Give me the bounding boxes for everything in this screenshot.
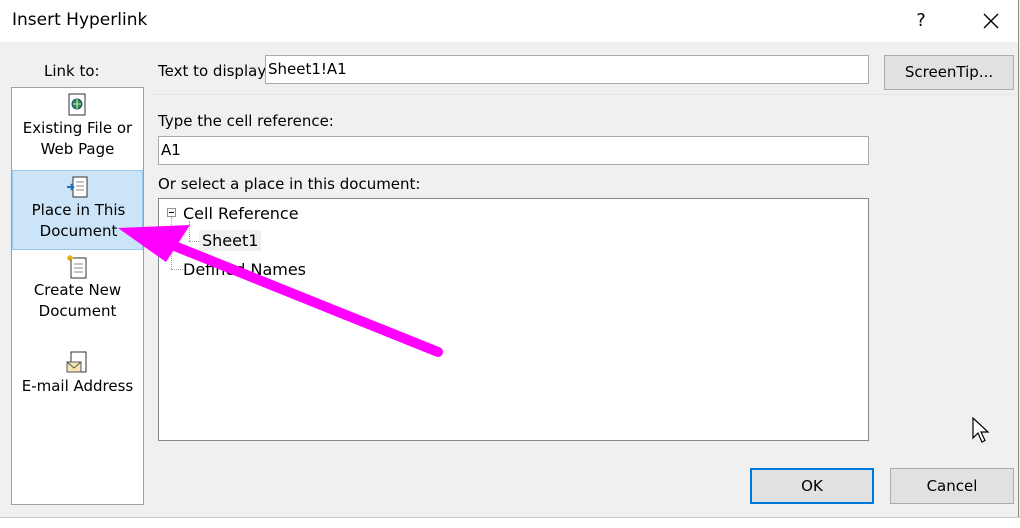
tree-connector	[189, 241, 199, 242]
link-create-new-label-2: Document	[38, 302, 117, 320]
text-to-display-label: Text to display:	[158, 62, 271, 80]
web-page-icon	[68, 93, 86, 116]
link-to-heading: Link to:	[44, 62, 100, 80]
link-email-label: E-mail Address	[21, 377, 134, 395]
link-create-new-document[interactable]: Create New Document	[12, 250, 143, 332]
background-sheet-strip	[0, 517, 1020, 528]
link-place-label-2: Document	[39, 222, 118, 240]
close-button[interactable]	[974, 4, 1008, 38]
tree-node-defined-names[interactable]: Defined Names	[183, 260, 306, 279]
collapse-toggle[interactable]	[167, 208, 176, 217]
text-to-display-input[interactable]: Sheet1!A1	[265, 55, 869, 84]
mouse-cursor-icon	[972, 417, 990, 443]
link-to-panel: Existing File or Web Page Place in This …	[11, 87, 144, 505]
cell-reference-label: Type the cell reference:	[158, 112, 334, 130]
screentip-button[interactable]: ScreenTip...	[884, 55, 1014, 90]
cell-reference-input[interactable]: A1	[158, 136, 869, 165]
tree-node-cell-reference[interactable]: Cell Reference	[183, 204, 299, 223]
link-create-new-label-1: Create New	[33, 281, 122, 299]
link-existing-file-label-1: Existing File or	[22, 119, 133, 137]
link-existing-file-label-2: Web Page	[40, 140, 115, 158]
ok-button[interactable]: OK	[750, 468, 874, 504]
place-tree[interactable]: Cell Reference Sheet1 Defined Names	[158, 198, 869, 441]
insert-hyperlink-dialog: Insert Hyperlink ? Link to: Existing Fil…	[0, 0, 1019, 517]
dialog-title: Insert Hyperlink	[12, 10, 148, 30]
document-place-icon	[67, 176, 88, 198]
help-button[interactable]: ?	[906, 6, 936, 36]
email-icon	[66, 351, 87, 373]
tree-connector	[171, 217, 172, 269]
tree-connector	[189, 221, 190, 241]
link-existing-file[interactable]: Existing File or Web Page	[12, 88, 143, 170]
separator	[150, 94, 1018, 95]
close-icon	[983, 13, 999, 29]
tree-connector	[171, 269, 183, 270]
link-email-address[interactable]: E-mail Address	[12, 346, 143, 406]
new-document-icon	[67, 255, 87, 279]
place-in-document-label: Or select a place in this document:	[158, 175, 421, 193]
tree-node-sheet1[interactable]: Sheet1	[199, 230, 262, 251]
title-bar: Insert Hyperlink ?	[0, 0, 1018, 42]
cancel-button[interactable]: Cancel	[890, 468, 1014, 504]
link-place-label-1: Place in This	[31, 201, 126, 219]
link-place-in-document[interactable]: Place in This Document	[12, 170, 143, 250]
